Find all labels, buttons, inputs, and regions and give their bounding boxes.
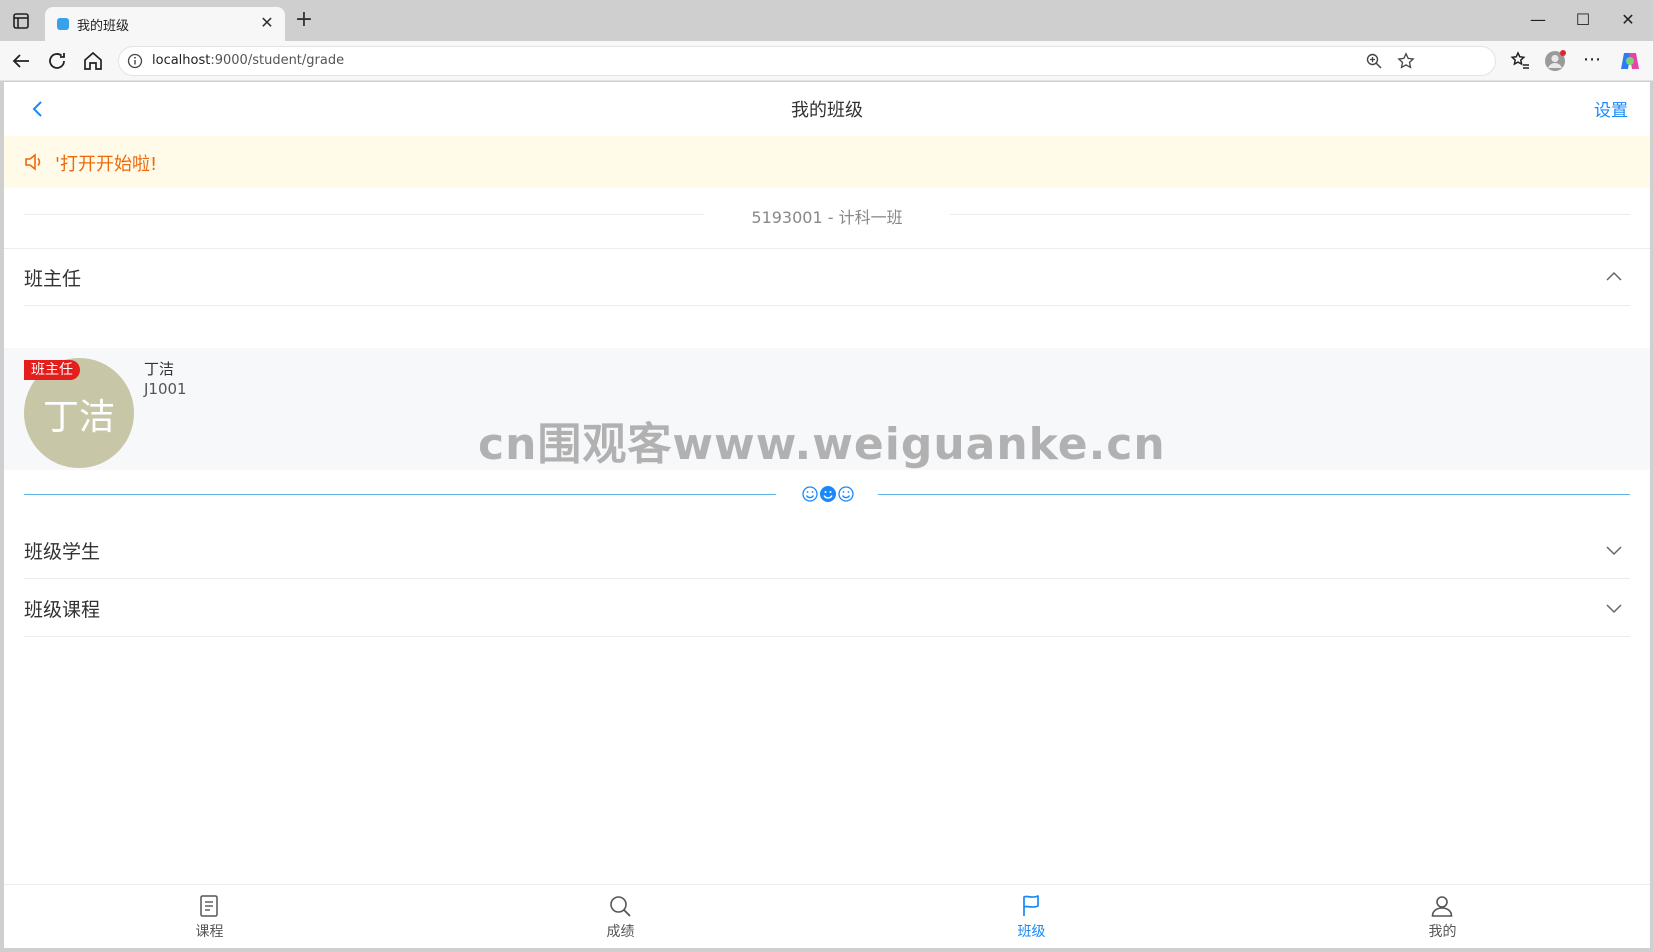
app-page: 我的班级 设置 '打开开始啦! 5193001 - 计科一班 班主任 丁洁 班主… bbox=[4, 82, 1650, 948]
copilot-icon[interactable] bbox=[1618, 49, 1642, 73]
back-icon[interactable] bbox=[9, 49, 33, 73]
collapse-head-teacher[interactable]: 班主任 bbox=[24, 249, 1630, 306]
document-icon bbox=[200, 895, 218, 917]
role-badge: 班主任 bbox=[24, 360, 80, 380]
browser-toolbar: localhost:9000/student/grade ⋯ bbox=[0, 41, 1653, 81]
tabbar-label: 课程 bbox=[195, 924, 224, 940]
divider-line-right bbox=[950, 214, 1630, 215]
search-icon bbox=[610, 896, 631, 917]
tabbar-label: 班级 bbox=[1017, 924, 1046, 940]
close-tab-icon[interactable]: ✕ bbox=[257, 13, 277, 33]
user-icon bbox=[1431, 896, 1453, 917]
tabbar-item-courses[interactable]: 课程 bbox=[4, 885, 415, 948]
address-bar[interactable]: localhost:9000/student/grade bbox=[118, 46, 1496, 76]
smiley-divider bbox=[24, 482, 1630, 506]
browser-tab[interactable]: 我的班级 ✕ bbox=[45, 7, 285, 41]
tab-actions-icon[interactable] bbox=[10, 10, 32, 32]
tabbar-label: 我的 bbox=[1428, 924, 1457, 940]
chevron-up-icon bbox=[1606, 271, 1622, 281]
chevron-down-icon bbox=[1606, 604, 1622, 614]
avatar-text: 丁洁 bbox=[42, 397, 115, 438]
watermark: cn围观客www.weiguanke.cn bbox=[478, 419, 1166, 470]
section-title: 班级学生 bbox=[24, 541, 101, 563]
favorite-star-icon[interactable] bbox=[1397, 52, 1415, 70]
refresh-icon[interactable] bbox=[45, 49, 69, 73]
notice-bar: '打开开始啦! bbox=[4, 136, 1650, 188]
smiley-faces-icon bbox=[802, 486, 854, 502]
tabbar-item-class[interactable]: 班级 bbox=[826, 885, 1237, 948]
collapse-class-courses[interactable]: 班级课程 bbox=[24, 580, 1630, 637]
nav-header: 我的班级 设置 bbox=[4, 82, 1650, 136]
page-title: 我的班级 bbox=[791, 100, 863, 121]
url-host: localhost bbox=[152, 53, 211, 68]
class-name: 5193001 - 计科一班 bbox=[751, 208, 903, 227]
divider-line-right bbox=[878, 494, 1630, 495]
bottom-tabbar: 课程 成绩 班级 我的 bbox=[4, 884, 1650, 948]
site-info-icon[interactable] bbox=[127, 53, 143, 69]
favorites-icon[interactable] bbox=[1508, 49, 1532, 73]
tabbar-item-grades[interactable]: 成绩 bbox=[415, 885, 826, 948]
more-menu-icon[interactable]: ⋯ bbox=[1580, 49, 1604, 73]
browser-tab-strip: 我的班级 ✕ + — ☐ ✕ bbox=[0, 0, 1653, 41]
new-tab-icon[interactable]: + bbox=[293, 9, 315, 31]
divider-line-left bbox=[24, 494, 776, 495]
minimize-icon[interactable]: — bbox=[1523, 7, 1553, 33]
url-path: :9000/student/grade bbox=[210, 53, 345, 68]
flag-icon bbox=[1023, 895, 1039, 916]
class-title-divider: 5193001 - 计科一班 bbox=[4, 188, 1650, 240]
notice-text: '打开开始啦! bbox=[55, 154, 158, 175]
tab-title: 我的班级 bbox=[77, 19, 130, 34]
url-text[interactable]: localhost:9000/student/grade bbox=[152, 53, 344, 68]
collapse-class-students[interactable]: 班级学生 bbox=[24, 522, 1630, 579]
close-window-icon[interactable]: ✕ bbox=[1613, 7, 1643, 33]
teacher-name: 丁洁 bbox=[144, 360, 175, 378]
section-title: 班级课程 bbox=[24, 599, 101, 621]
zoom-icon[interactable] bbox=[1365, 52, 1383, 70]
maximize-icon[interactable]: ☐ bbox=[1568, 7, 1598, 33]
favicon-icon bbox=[57, 18, 69, 30]
profile-avatar-icon[interactable] bbox=[1543, 49, 1567, 73]
home-icon[interactable] bbox=[81, 49, 105, 73]
tabbar-item-mine[interactable]: 我的 bbox=[1237, 885, 1648, 948]
section-title: 班主任 bbox=[24, 268, 82, 290]
chevron-down-icon bbox=[1606, 546, 1622, 556]
teacher-id: J1001 bbox=[144, 380, 187, 398]
settings-button[interactable]: 设置 bbox=[1594, 96, 1628, 121]
volume-icon bbox=[25, 153, 41, 171]
tabbar-label: 成绩 bbox=[606, 924, 635, 940]
